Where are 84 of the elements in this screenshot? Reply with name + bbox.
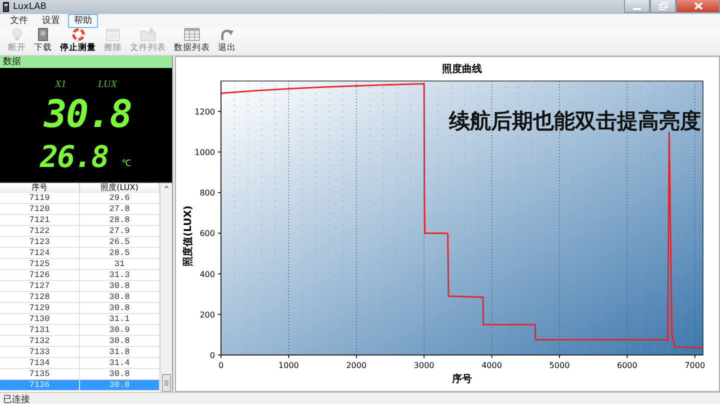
- x-tick-label: 3000: [414, 361, 434, 370]
- column-header: 序号: [0, 183, 80, 193]
- bulb-icon: [10, 28, 24, 41]
- close-icon: [694, 2, 702, 10]
- restore-button[interactable]: [650, 0, 676, 13]
- y-tick-label: 600: [200, 229, 215, 238]
- table-row[interactable]: 7134 31.4: [0, 358, 160, 369]
- table-cell: 7135: [0, 369, 80, 379]
- toolbar-button[interactable]: 退出: [216, 28, 238, 55]
- y-tick-label: 1200: [194, 107, 215, 116]
- x-tick-label: 5000: [549, 361, 570, 370]
- table-cell: 7122: [0, 226, 80, 236]
- table-row[interactable]: 7120 27.8: [0, 204, 160, 215]
- table-cell: 7133: [0, 347, 80, 357]
- x-tick-label: 2000: [346, 361, 367, 370]
- status-text: 已连接: [3, 394, 30, 404]
- table-row[interactable]: 7128 30.8: [0, 292, 160, 303]
- table-row[interactable]: 7125 31: [0, 259, 160, 270]
- table-cell: 7129: [0, 303, 80, 313]
- y-tick-label: 1000: [194, 148, 215, 158]
- table-cell: 7119: [0, 193, 80, 203]
- menu-item[interactable]: 帮助: [68, 14, 98, 28]
- chart-annotation: 续航后期也能双击提高亮度: [449, 109, 701, 133]
- table-cell: 7123: [0, 237, 80, 247]
- channel-label: X1: [55, 79, 66, 90]
- table-cell: 7132: [0, 336, 80, 346]
- table-row[interactable]: 7132 30.8: [0, 336, 160, 347]
- calendar-icon: [105, 28, 121, 41]
- y-tick-label: 800: [200, 188, 215, 198]
- toolbar-button[interactable]: 数据列表: [172, 28, 212, 55]
- y-tick-label: 400: [200, 270, 215, 279]
- scrollbar[interactable]: [160, 183, 172, 392]
- lifebuoy-icon: [70, 28, 86, 41]
- restore-icon: [658, 2, 668, 10]
- table-row[interactable]: 7123 26.5: [0, 237, 160, 248]
- menu-item[interactable]: 设置: [36, 14, 66, 28]
- table-cell: 7124: [0, 248, 80, 258]
- table-cell: 7120: [0, 204, 80, 214]
- column-header: 照度(LUX): [80, 183, 160, 193]
- x-tick-label: 1000: [278, 361, 299, 370]
- table-cell: 7125: [0, 259, 80, 269]
- close-button[interactable]: [676, 0, 720, 13]
- temperature-unit: ℃: [122, 158, 131, 169]
- menu-item[interactable]: 文件: [4, 14, 34, 28]
- table-row[interactable]: 7121 28.8: [0, 215, 160, 226]
- folder-icon: [139, 28, 157, 41]
- table-row[interactable]: 7127 30.8: [0, 281, 160, 292]
- table-row[interactable]: 7126 31.3: [0, 270, 160, 281]
- x-tick-label: 0: [218, 361, 224, 370]
- table-cell: 7121: [0, 215, 80, 225]
- lux-reading: 30.8: [44, 92, 132, 136]
- redo-arrow-icon: [219, 28, 235, 41]
- book-icon: [36, 28, 50, 41]
- y-tick-label: 0: [210, 351, 215, 360]
- table-row[interactable]: 7129 30.8: [0, 303, 160, 314]
- table-cell: 7130: [0, 314, 80, 324]
- y-tick-label: 200: [200, 310, 215, 320]
- table-row[interactable]: 7122 27.9: [0, 226, 160, 237]
- minimize-button[interactable]: [624, 0, 650, 13]
- table-cell: 7128: [0, 292, 80, 302]
- unit-label: LUX: [98, 79, 117, 90]
- x-tick-label: 6000: [617, 361, 638, 370]
- table-row[interactable]: 7131 30.9: [0, 325, 160, 336]
- table-cell: 7126: [0, 270, 80, 280]
- table-cell: 7127: [0, 281, 80, 291]
- app-icon: [3, 2, 9, 12]
- chart-title: 照度曲线: [442, 64, 482, 75]
- y-axis-label: 照度值(LUX): [183, 206, 194, 266]
- table-row[interactable]: 7119 29.6: [0, 193, 160, 204]
- table-row[interactable]: 7130 31.1: [0, 314, 160, 325]
- toolbar-button[interactable]: 下载: [32, 28, 54, 55]
- table-cell: 7131: [0, 325, 80, 335]
- up-arrow-icon: [163, 183, 170, 189]
- toolbar-button[interactable]: 停止测量: [58, 28, 98, 55]
- temperature-reading: 26.8: [40, 140, 108, 175]
- x-axis-label: 序号: [452, 374, 472, 385]
- table-row[interactable]: 7133 31.8: [0, 347, 160, 358]
- x-tick-label: 7000: [684, 361, 706, 370]
- panel-header: 数据: [0, 56, 172, 68]
- table-cell: 7136: [0, 380, 80, 390]
- table-row[interactable]: 7124 28.5: [0, 248, 160, 259]
- x-tick-label: 4000: [482, 361, 502, 370]
- table-cell: 7134: [0, 358, 80, 368]
- window-title: LuxLAB: [13, 2, 48, 12]
